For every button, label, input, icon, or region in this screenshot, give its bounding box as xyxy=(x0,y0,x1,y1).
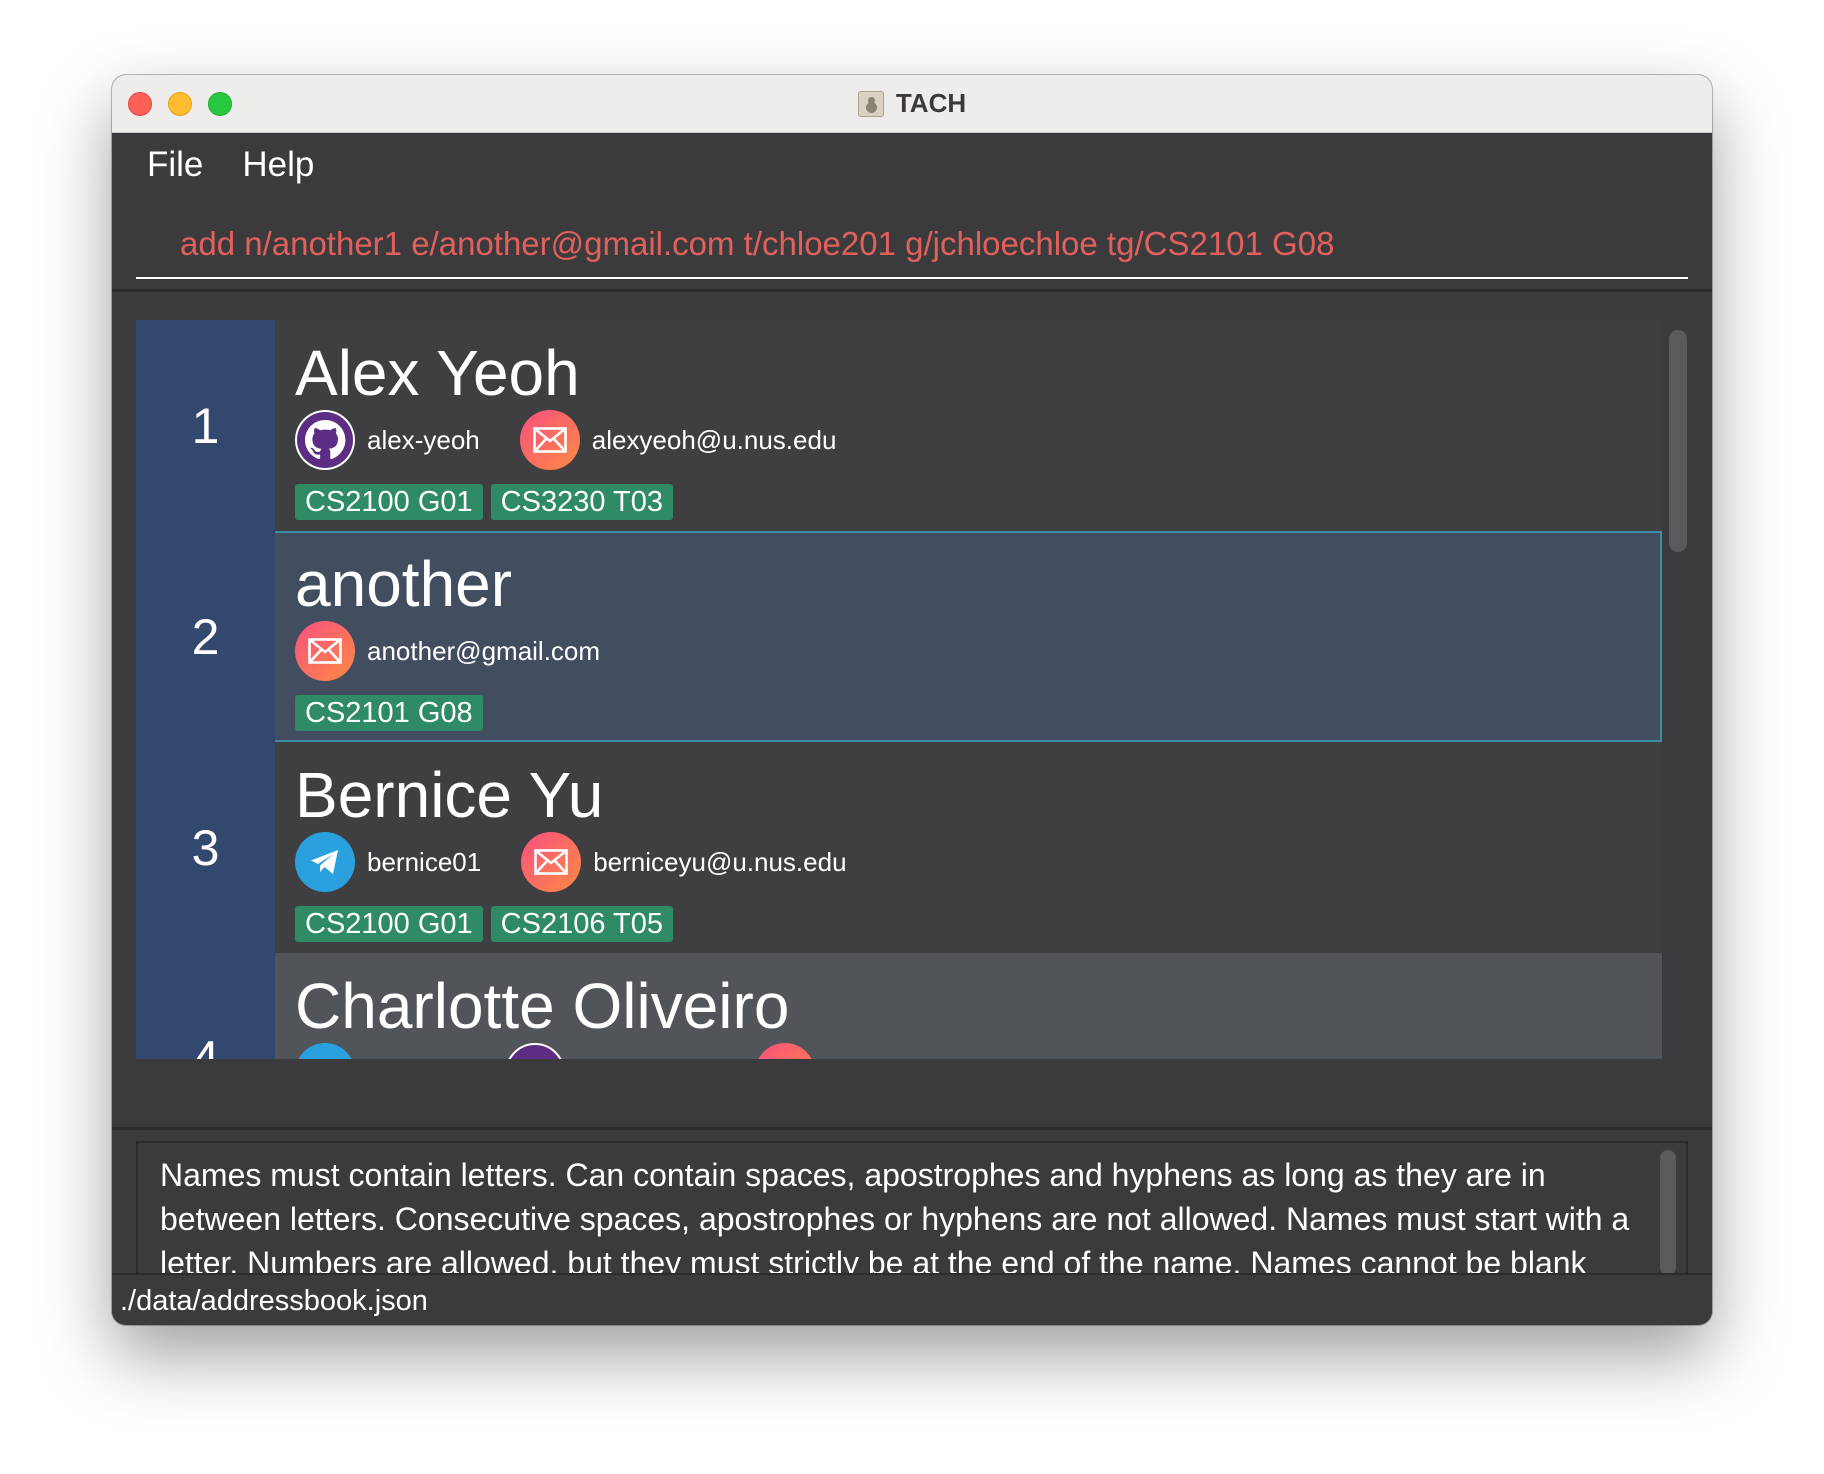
title-wrap: TACH xyxy=(112,75,1712,132)
email-icon xyxy=(755,1043,815,1059)
person-contacts: bernice01 berniceyu@u.nus.edu xyxy=(295,832,887,892)
person-card[interactable]: 4 Charlotte Oliveiro xyxy=(136,953,1662,1059)
telegram-contact[interactable]: bernice01 xyxy=(295,832,481,892)
person-list-panel: 1 Alex Yeoh alex-yeoh alexyeoh@u.nus.edu… xyxy=(112,292,1712,1127)
person-tags: CS2100 G01 CS2106 T05 xyxy=(295,906,681,942)
title-bar: TACH xyxy=(112,75,1712,133)
app-icon xyxy=(857,90,884,117)
email-address: another@gmail.com xyxy=(367,635,601,666)
github-icon xyxy=(505,1043,565,1059)
email-contact[interactable]: another@gmail.com xyxy=(295,621,600,681)
person-contacts xyxy=(295,1043,827,1059)
telegram-icon xyxy=(295,1043,355,1059)
email-icon xyxy=(521,832,582,892)
email-icon xyxy=(295,621,355,681)
person-card-selected[interactable]: 2 another another@gmail.com CS2101 G08 xyxy=(136,531,1662,742)
person-contacts: alex-yeoh alexyeoh@u.nus.edu xyxy=(295,410,876,470)
person-list-scrollbar[interactable] xyxy=(1669,330,1687,552)
command-input[interactable]: add n/another1 e/another@gmail.com t/chl… xyxy=(180,225,1334,263)
person-tags: CS2100 G01 CS3230 T03 xyxy=(295,484,681,520)
person-name: Charlotte Oliveiro xyxy=(295,970,790,1042)
github-contact[interactable]: alex-yeoh xyxy=(295,410,480,470)
window-title: TACH xyxy=(895,88,967,118)
tag-chip: CS2100 G01 xyxy=(295,906,483,942)
person-name: Alex Yeoh xyxy=(295,337,580,409)
email-icon xyxy=(519,410,580,470)
tag-chip: CS3230 T03 xyxy=(490,484,673,520)
email-address: alexyeoh@u.nus.edu xyxy=(591,424,837,455)
menu-help[interactable]: Help xyxy=(242,145,314,185)
tag-chip: CS2100 G01 xyxy=(295,484,483,520)
result-display-panel: Names must contain letters. Can contain … xyxy=(112,1127,1712,1314)
person-index: 4 xyxy=(136,953,275,1059)
person-name: Bernice Yu xyxy=(295,759,604,831)
person-index: 3 xyxy=(136,742,275,953)
person-index: 2 xyxy=(136,531,275,742)
command-input-underline xyxy=(136,277,1688,279)
email-address: berniceyu@u.nus.edu xyxy=(593,846,847,877)
person-contacts: another@gmail.com xyxy=(295,621,640,681)
save-location: ./data/addressbook.json xyxy=(120,1285,428,1317)
menu-file[interactable]: File xyxy=(147,145,203,185)
email-contact[interactable]: berniceyu@u.nus.edu xyxy=(521,832,847,892)
person-list[interactable]: 1 Alex Yeoh alex-yeoh alexyeoh@u.nus.edu… xyxy=(136,320,1662,1059)
github-username: alex-yeoh xyxy=(367,424,480,455)
email-contact[interactable]: alexyeoh@u.nus.edu xyxy=(519,410,837,470)
telegram-icon xyxy=(295,832,355,892)
person-tags: CS2101 G08 xyxy=(295,695,491,731)
telegram-handle: bernice01 xyxy=(367,846,482,877)
tag-chip: CS2101 G08 xyxy=(295,695,483,731)
github-icon xyxy=(295,410,355,470)
person-name: another xyxy=(295,548,513,620)
app-window: TACH File Help add n/another1 e/another@… xyxy=(112,75,1712,1325)
person-index: 1 xyxy=(136,320,275,531)
tag-chip: CS2106 T05 xyxy=(490,906,673,942)
person-card[interactable]: 3 Bernice Yu bernice01 berniceyu@u.nus.e… xyxy=(136,742,1662,953)
result-scrollbar[interactable] xyxy=(1660,1150,1676,1275)
menu-bar: File Help xyxy=(112,133,1712,197)
status-bar: ./data/addressbook.json xyxy=(112,1273,1712,1325)
person-card[interactable]: 1 Alex Yeoh alex-yeoh alexyeoh@u.nus.edu… xyxy=(136,320,1662,531)
